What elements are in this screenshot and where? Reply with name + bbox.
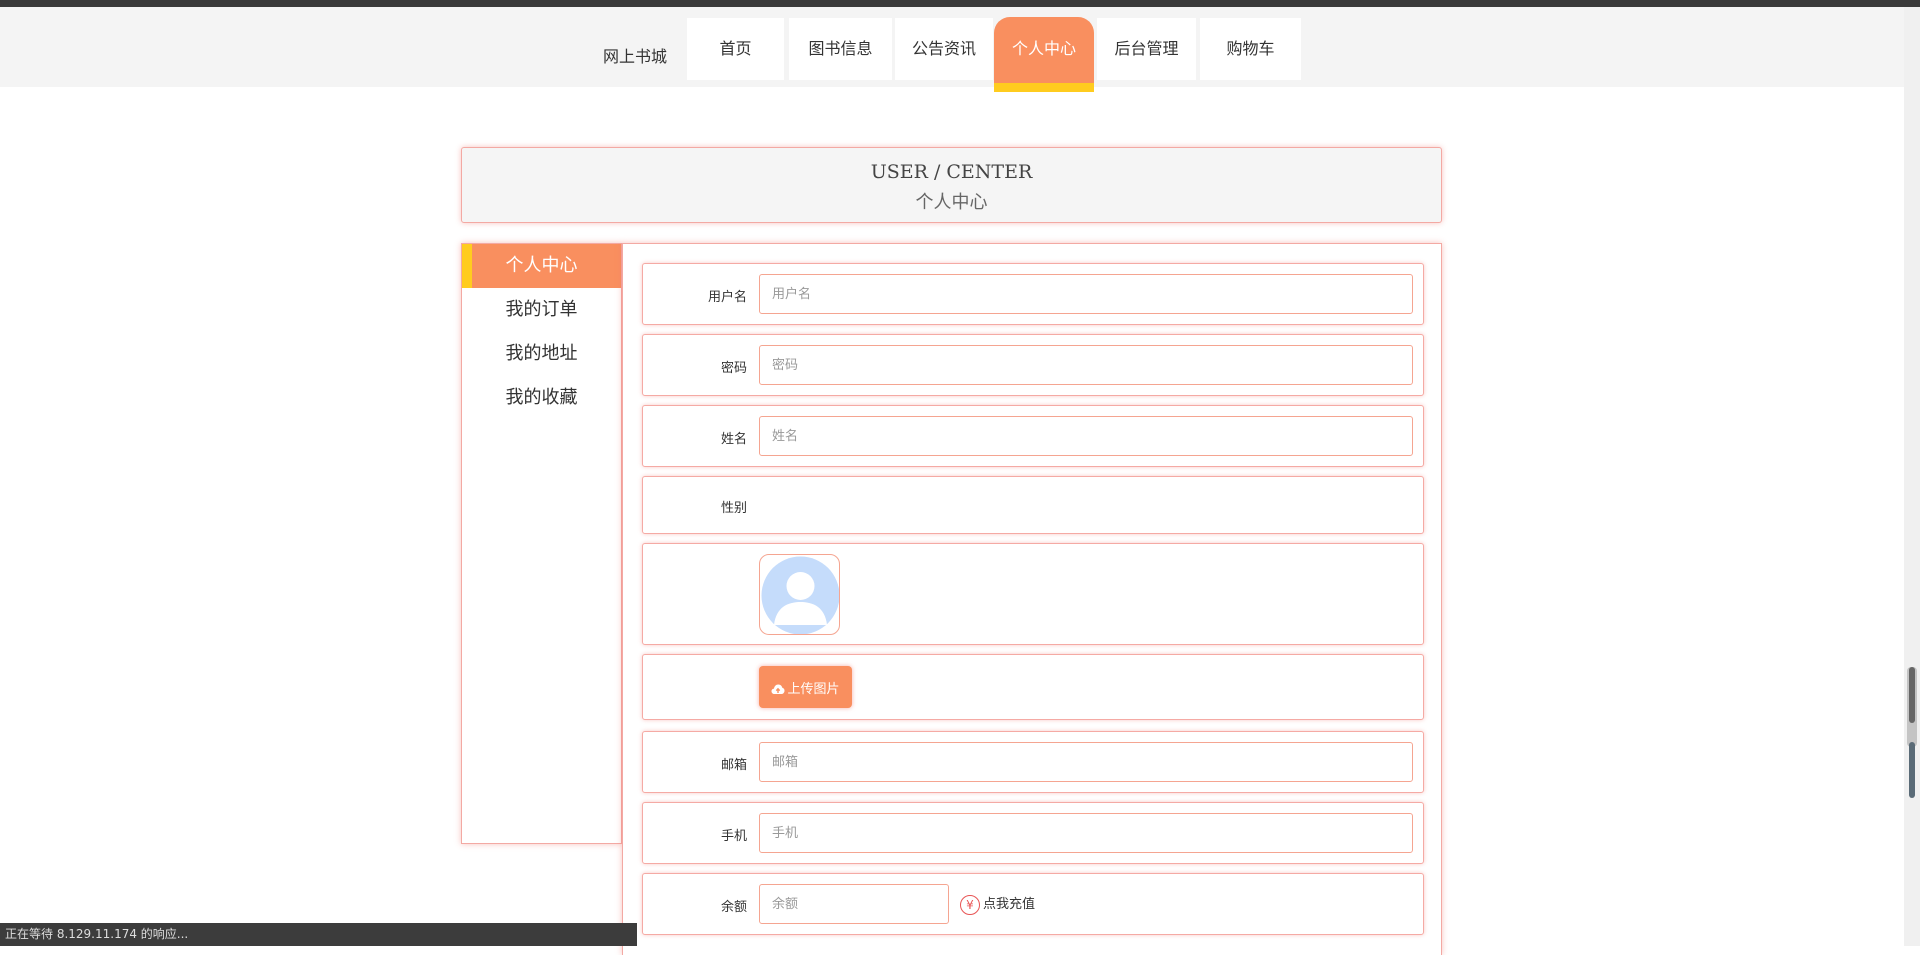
form-row-avatar [642,543,1424,645]
form-row-password: 密码 [642,334,1424,396]
sidebar-item-address[interactable]: 我的地址 [462,332,621,376]
page-title: 个人中心 [915,192,988,213]
form-row-name: 姓名 [642,405,1424,467]
site-brand[interactable]: 网上书城 [603,43,667,67]
page-scrollbar[interactable] [1904,7,1920,946]
form-row-upload: 上传图片 [642,654,1424,720]
profile-form-panel: 用户名 密码 姓名 性别 上传图片 邮箱 [622,243,1442,955]
name-input[interactable] [759,416,1413,456]
balance-input[interactable] [759,884,949,924]
form-row-email: 邮箱 [642,731,1424,793]
nav-item-cart[interactable]: 购物车 [1200,18,1301,80]
page-header: USER / CENTER 个人中心 [461,147,1442,223]
sidebar-item-favorites[interactable]: 我的收藏 [462,376,621,420]
username-input[interactable] [759,274,1413,314]
form-row-phone: 手机 [642,802,1424,864]
form-row-gender: 性别 [642,476,1424,534]
recharge-link[interactable]: ¥ 点我充值 [960,893,1035,915]
phone-label: 手机 [720,829,747,844]
nav-item-home[interactable]: 首页 [687,18,784,80]
form-row-balance: 余额 ¥点我充值 [642,873,1424,935]
top-navbar: 网上书城 首页 图书信息 公告资讯 个人中心 后台管理 购物车 [0,7,1904,92]
form-row-username: 用户名 [642,263,1424,325]
email-label: 邮箱 [720,758,747,773]
nav-item-books[interactable]: 图书信息 [789,18,892,80]
sidebar-item-user-center[interactable]: 个人中心 [462,244,621,288]
username-label: 用户名 [707,290,747,305]
sidebar-item-orders[interactable]: 我的订单 [462,288,621,332]
password-label: 密码 [720,361,747,376]
gender-label: 性别 [720,501,747,516]
avatar-placeholder-icon [761,556,839,634]
nav-item-admin[interactable]: 后台管理 [1097,18,1196,80]
balance-label: 余额 [720,900,747,915]
avatar[interactable] [759,554,840,635]
password-input[interactable] [759,345,1413,385]
upload-button-label: 上传图片 [787,681,840,697]
side-widget-handle-2[interactable] [1909,742,1915,798]
nav-item-user-center[interactable]: 个人中心 [994,17,1094,92]
cloud-upload-icon [771,684,785,694]
nav-item-news[interactable]: 公告资讯 [895,18,993,80]
user-sidebar: 个人中心 我的订单 我的地址 我的收藏 [461,243,622,844]
recharge-label: 点我充值 [983,897,1036,912]
window-top-edge [0,0,1920,7]
yen-icon: ¥ [960,894,980,915]
page-title-en: USER / CENTER [870,161,1033,183]
phone-input[interactable] [759,813,1413,853]
browser-status-bar: 正在等待 8.129.11.174 的响应... [0,923,637,946]
email-input[interactable] [759,742,1413,782]
side-widget-handle[interactable] [1909,667,1915,723]
name-label: 姓名 [720,432,747,447]
upload-image-button[interactable]: 上传图片 [759,666,852,708]
